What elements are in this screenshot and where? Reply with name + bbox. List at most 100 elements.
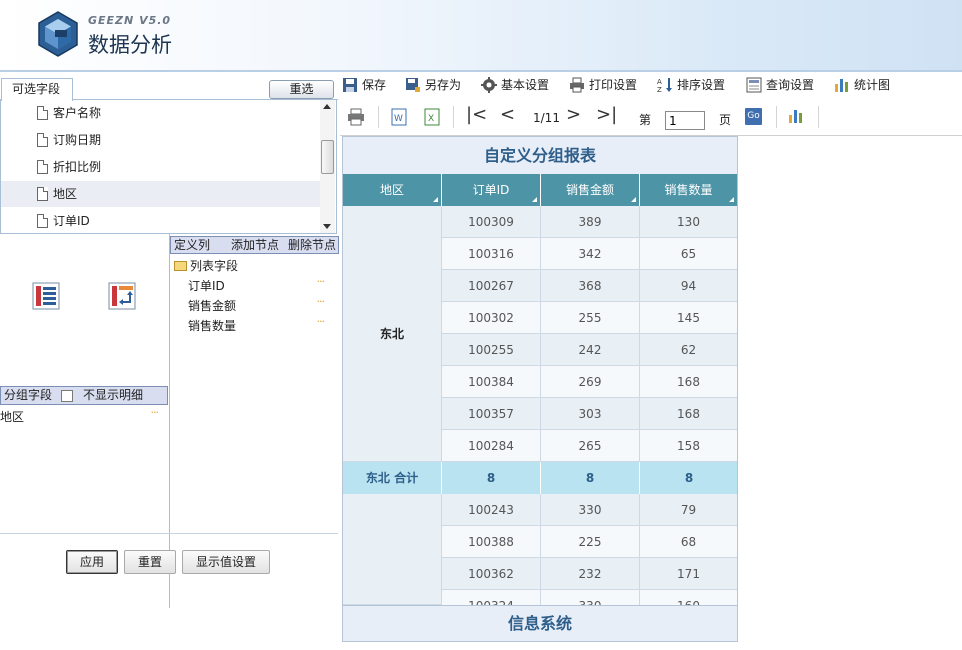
field-item-label: 订单ID — [53, 214, 90, 228]
field-item-order-id[interactable]: 订单ID — [1, 208, 321, 233]
cell-order-id: 100316 — [442, 238, 541, 270]
app-banner: GEEZN V5.0 数据分析 — [0, 0, 962, 72]
header-sales-qty[interactable]: 销售数量 — [640, 174, 737, 206]
page-number-suffix: 页 — [719, 113, 732, 127]
scroll-thumb[interactable] — [321, 140, 334, 174]
cell-order-id: 100302 — [442, 302, 541, 334]
cell-order-id: 100255 — [442, 334, 541, 366]
reset-button[interactable]: 重置 — [124, 550, 176, 574]
save-as-button[interactable]: 另存为 — [405, 76, 461, 94]
group-more-icon[interactable]: ··· — [151, 406, 159, 419]
column-more-icon[interactable]: ··· — [317, 275, 325, 288]
column-more-icon[interactable]: ··· — [317, 315, 325, 328]
scroll-down-arrow-icon[interactable] — [323, 224, 331, 229]
cell-order-id: 100284 — [442, 430, 541, 462]
page-number-input[interactable] — [665, 111, 705, 130]
go-button[interactable]: Go — [745, 108, 762, 125]
chart-icon[interactable] — [788, 108, 804, 124]
geezn-logo-icon — [38, 11, 78, 57]
cell-sales-amount: 265 — [541, 430, 640, 462]
next-page-button[interactable]: > — [566, 105, 581, 125]
field-list-scrollbar[interactable] — [320, 100, 335, 233]
column-tree-root[interactable]: 列表字段 — [174, 258, 238, 274]
cell-sales-qty: 168 — [640, 398, 737, 430]
field-item-region[interactable]: 地区 — [1, 181, 321, 207]
cell-sales-qty: 168 — [640, 366, 737, 398]
field-item-customer-name[interactable]: 客户名称 — [1, 100, 321, 126]
document-icon — [37, 187, 48, 201]
header-order-id[interactable]: 订单ID — [442, 174, 541, 206]
document-icon — [37, 133, 48, 147]
subtotal-order-id: 8 — [442, 462, 541, 494]
cell-sales-qty: 94 — [640, 270, 737, 302]
column-tree-root-label: 列表字段 — [190, 259, 239, 273]
tab-optional-fields[interactable]: 可选字段 — [1, 78, 73, 101]
delete-node-button[interactable]: 删除节点 — [288, 237, 336, 253]
cell-sales-amount: 342 — [541, 238, 640, 270]
svg-text:A: A — [657, 78, 662, 86]
save-button[interactable]: 保存 — [342, 76, 386, 94]
export-excel-icon[interactable]: X — [424, 108, 440, 126]
field-item-label: 客户名称 — [53, 106, 102, 120]
basic-settings-label: 基本设置 — [501, 78, 550, 92]
cell-sales-qty: 62 — [640, 334, 737, 366]
field-list: 客户名称 订购日期 折扣比例 地区 订单ID — [0, 100, 337, 234]
header-sales-amount[interactable]: 销售金额 — [541, 174, 640, 206]
cell-order-id: 100243 — [442, 494, 541, 526]
column-more-icon[interactable]: ··· — [317, 295, 325, 308]
query-settings-button[interactable]: 查询设置 — [746, 76, 814, 94]
region-cell: 东北 — [343, 206, 442, 462]
last-page-button[interactable]: >| — [596, 105, 617, 125]
cell-sales-amount: 255 — [541, 302, 640, 334]
sort-settings-label: 排序设置 — [677, 78, 726, 92]
apply-button[interactable]: 应用 — [66, 550, 118, 574]
print-settings-label: 打印设置 — [589, 78, 638, 92]
cell-sales-qty: 171 — [640, 558, 737, 590]
previous-page-button[interactable]: < — [500, 105, 515, 125]
gear-icon — [481, 77, 497, 93]
column-arrange-area — [0, 234, 168, 384]
field-item-discount[interactable]: 折扣比例 — [1, 154, 321, 180]
field-item-label: 折扣比例 — [53, 160, 102, 174]
column-item-label: 订单ID — [188, 279, 225, 293]
left-panel: 可选字段 重选 客户名称 订购日期 折扣比例 地区 订单ID 定义列 添加节点 … — [0, 74, 340, 650]
column-item-sales-qty[interactable]: 销售数量 — [188, 317, 236, 334]
statistics-chart-button[interactable]: 统计图 — [834, 76, 890, 94]
subtotal-label: 东北 合计 — [343, 462, 442, 494]
sort-settings-button[interactable]: AZ 排序设置 — [657, 76, 725, 94]
swap-column-icon[interactable] — [108, 282, 136, 310]
column-item-sales-amount[interactable]: 销售金额 — [188, 297, 236, 314]
cell-order-id: 100309 — [442, 206, 541, 238]
query-settings-label: 查询设置 — [766, 78, 815, 92]
cell-sales-amount: 368 — [541, 270, 640, 302]
reselect-button[interactable]: 重选 — [269, 80, 334, 99]
group-field-label: 分组字段 — [4, 388, 53, 402]
column-item-order-id[interactable]: 订单ID — [188, 277, 225, 294]
page-number-prefix: 第 — [639, 113, 652, 127]
header-region[interactable]: 地区 — [343, 174, 442, 206]
cell-order-id: 100362 — [442, 558, 541, 590]
column-list-icon[interactable] — [32, 282, 60, 310]
cell-sales-qty: 130 — [640, 206, 737, 238]
group-item-region[interactable]: 地区 ··· — [0, 406, 168, 425]
divider — [453, 106, 454, 128]
add-node-button[interactable]: 添加节点 — [231, 237, 279, 253]
scroll-up-arrow-icon[interactable] — [323, 104, 331, 109]
app-version: GEEZN V5.0 — [88, 14, 172, 27]
document-icon — [37, 160, 48, 174]
column-item-label: 销售数量 — [188, 319, 237, 333]
query-icon — [746, 77, 762, 93]
sort-az-icon: AZ — [657, 78, 672, 93]
cell-sales-qty: 79 — [640, 494, 737, 526]
basic-settings-button[interactable]: 基本设置 — [481, 76, 549, 94]
print-icon[interactable] — [347, 108, 365, 126]
hide-detail-checkbox[interactable] — [61, 390, 73, 402]
first-page-button[interactable]: |< — [466, 105, 487, 125]
display-value-settings-button[interactable]: 显示值设置 — [182, 550, 270, 574]
cell-order-id: 100384 — [442, 366, 541, 398]
print-settings-button[interactable]: 打印设置 — [569, 76, 637, 94]
export-word-icon[interactable]: W — [391, 108, 407, 126]
svg-text:Z: Z — [657, 86, 662, 93]
field-item-order-date[interactable]: 订购日期 — [1, 127, 321, 153]
document-icon — [37, 106, 48, 120]
